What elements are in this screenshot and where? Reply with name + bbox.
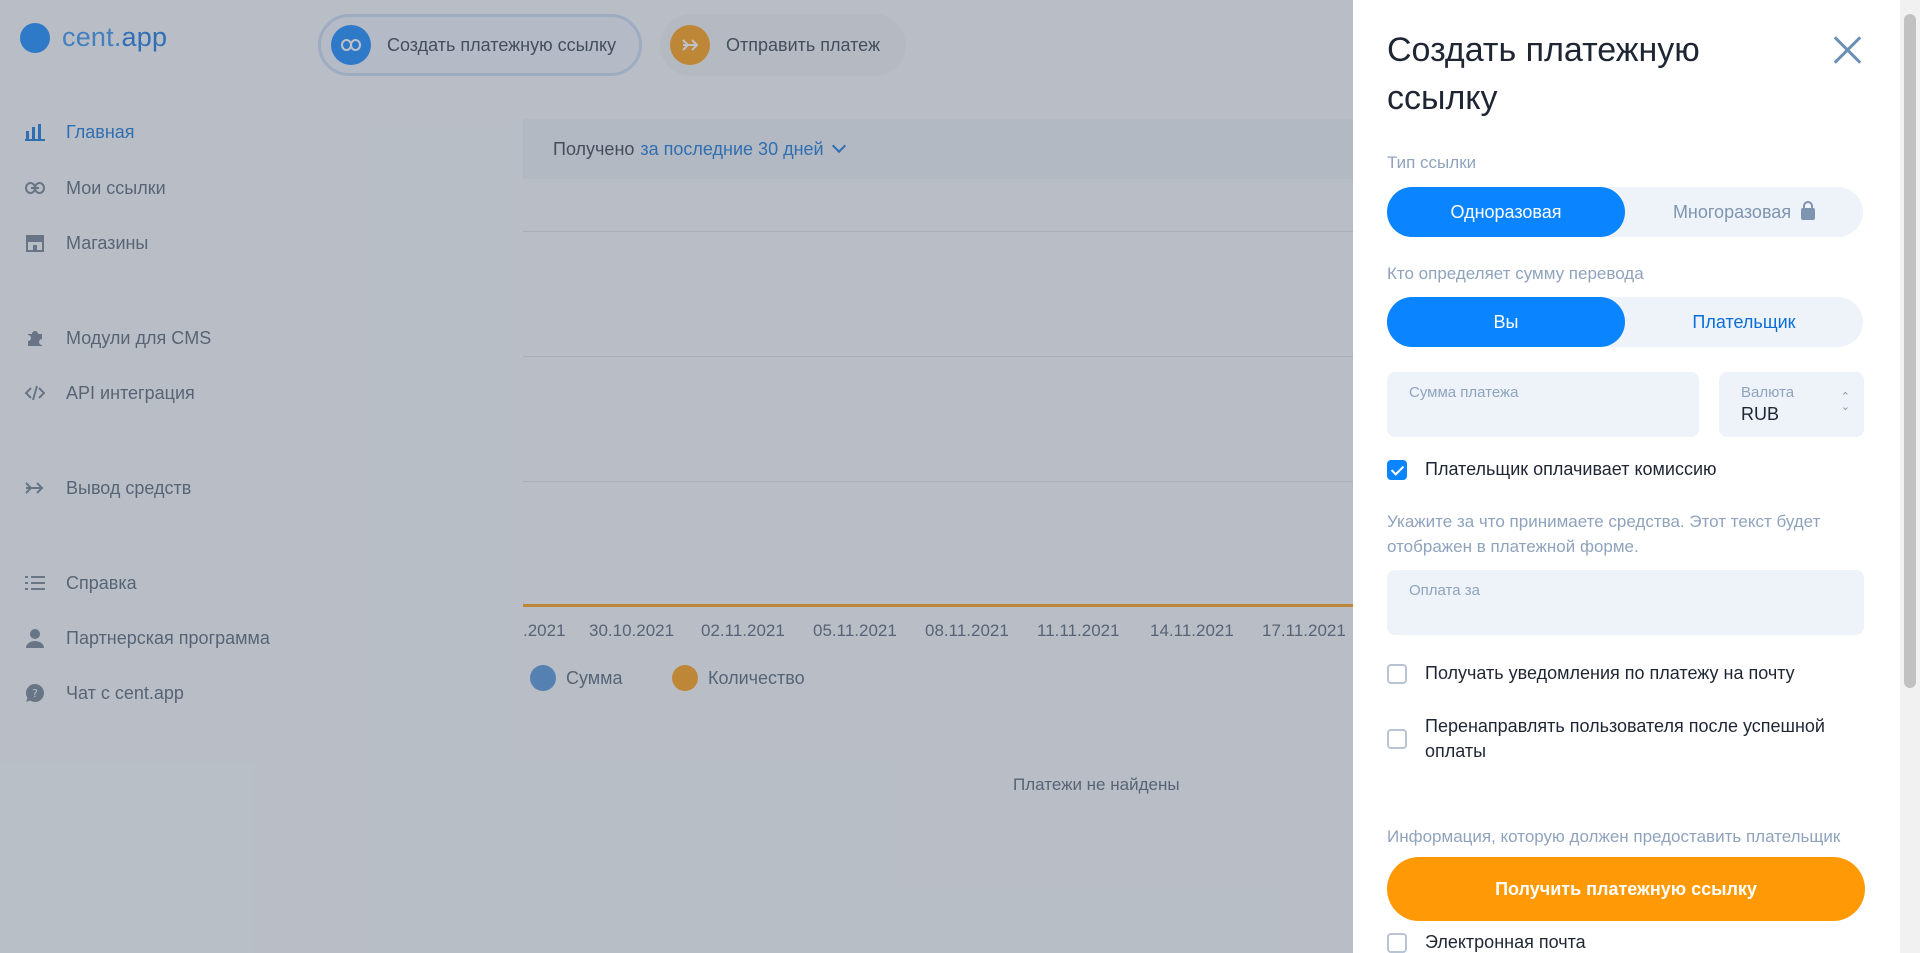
fee-checkbox-row[interactable]: Плательщик оплачивает комиссию [1387,457,1717,482]
notify-checkbox-row[interactable]: Получать уведомления по платежу на почту [1387,661,1795,686]
legend-dot-icon [672,665,698,691]
sidebar-item-withdraw[interactable]: Вывод средств [24,474,191,502]
redirect-checkbox-label: Перенаправлять пользователя после успешн… [1425,716,1825,761]
link-icon [24,177,46,199]
link-type-single[interactable]: Одноразовая [1387,187,1625,237]
sidebar-item-label: Чат с cent.app [66,682,184,703]
link-icon [331,25,371,65]
chart-x-tick: 11.11.2021 [1037,621,1120,640]
chart-x-tick: 05.11.2021 [813,621,897,640]
redirect-checkbox-row[interactable]: Перенаправлять пользователя после успешн… [1387,714,1857,764]
sidebar-item-label: Партнерская программа [66,627,270,648]
chevron-down-icon[interactable] [831,138,846,154]
chart-x-tick: 08.11.2021 [925,621,1009,640]
legend-item-sum[interactable]: Сумма [530,665,623,691]
legend-label: Количество [708,667,805,688]
get-payment-link-button[interactable]: Получить платежную ссылку [1387,857,1865,921]
sidebar-item-partner[interactable]: Партнерская программа [24,624,270,652]
create-link-label: Создать платежную ссылку [387,34,617,55]
link-type-toggle: Одноразовая Многоразовая [1387,187,1863,237]
chart-x-tick: 30.10.2021 [589,621,675,640]
sidebar-item-label: Мои ссылки [66,177,166,198]
logo-text: cent.app [62,22,168,52]
forward-arrows-icon [670,25,710,65]
send-payment-button[interactable]: Отправить платеж [660,14,906,76]
chart-gridline [523,356,1353,357]
payer-info-hint: Информация, которую должен предоставить … [1387,827,1841,846]
received-label: Получено [553,138,635,159]
arrow-right-icon [24,477,46,499]
sidebar-item-label: Модули для CMS [66,327,212,348]
empty-payments-message: Платежи не найдены [1013,775,1180,794]
fee-checkbox[interactable] [1387,460,1407,480]
currency-label: Валюта [1741,384,1795,401]
link-type-reusable[interactable]: Многоразовая [1625,187,1863,237]
received-summary-header: Получено за последние 30 дней [523,119,1353,179]
legend-label: Сумма [566,667,623,688]
purpose-hint: Укажите за что принимаете средства. Этот… [1387,512,1821,556]
store-icon [24,232,46,254]
amount-field[interactable]: Сумма платежа [1387,372,1699,437]
legend-item-count[interactable]: Количество [672,665,805,691]
currency-select[interactable]: Валюта RUB ⌃ ⌄ [1719,372,1864,437]
email-checkbox-row[interactable]: Электронная почта [1387,930,1586,953]
sidebar-item-cms-modules[interactable]: Модули для CMS [24,324,211,352]
amount-owner-label: Кто определяет сумму перевода [1387,264,1644,283]
link-type-label: Тип ссылки [1387,153,1477,172]
sidebar: cent.app Главная Мои ссылки Магазины Мод… [0,0,300,953]
sidebar-item-label: API интеграция [66,382,195,403]
amount-field-label: Сумма платежа [1409,384,1519,401]
period-dropdown[interactable]: за последние 30 дней [640,139,823,160]
svg-text:?: ? [32,687,38,700]
sidebar-item-help[interactable]: Справка [24,569,137,597]
sidebar-item-label: Главная [66,121,135,142]
notify-checkbox-label: Получать уведомления по платежу на почту [1425,663,1795,683]
sidebar-item-api[interactable]: API интеграция [24,379,195,407]
chart-gridline [523,231,1353,232]
logo-dot-icon [20,22,50,53]
close-icon[interactable] [1829,32,1865,68]
sidebar-item-label: Магазины [66,232,149,253]
sidebar-item-chat[interactable]: ? Чат с cent.app [24,679,184,707]
chart-gridline [523,481,1353,482]
sidebar-item-my-links[interactable]: Мои ссылки [24,174,166,202]
email-checkbox-label: Электронная почта [1425,932,1586,952]
list-icon [24,572,46,594]
legend-dot-icon [530,665,556,691]
sidebar-item-label: Справка [66,572,137,593]
sidebar-item-stores[interactable]: Магазины [24,229,148,257]
fee-checkbox-label: Плательщик оплачивает комиссию [1425,459,1717,479]
sidebar-item-label: Вывод средств [66,477,192,498]
chart-series-line [523,604,1353,607]
chart-x-tick: 02.11.2021 [701,621,785,640]
chart-x-tick: .2021 [523,621,566,640]
amount-owner-toggle: Вы Плательщик [1387,297,1863,347]
logo[interactable]: cent.app [20,22,167,53]
purpose-field-label: Оплата за [1409,582,1480,599]
chat-question-icon: ? [24,682,46,704]
chart-x-tick: 14.11.2021 [1150,621,1234,640]
amount-owner-payer[interactable]: Плательщик [1625,297,1863,347]
scrollbar-thumb[interactable] [1904,14,1916,688]
create-link-button[interactable]: Создать платежную ссылку [318,14,642,76]
updown-chevron-icon: ⌃ ⌄ [1840,391,1850,413]
amount-owner-you[interactable]: Вы [1387,297,1625,347]
sidebar-item-home[interactable]: Главная [24,118,135,146]
drawer-title: Создать платежную ссылку [1387,31,1700,117]
redirect-checkbox[interactable] [1387,729,1407,749]
chart-x-tick: 17.11.2021 [1262,621,1346,640]
email-checkbox[interactable] [1387,933,1407,953]
notify-checkbox[interactable] [1387,664,1407,684]
code-icon [24,382,46,404]
purpose-field[interactable]: Оплата за [1387,570,1864,635]
chart-icon [24,121,46,143]
currency-value: RUB [1741,404,1780,424]
lock-icon [1801,201,1816,220]
send-payment-label: Отправить платеж [726,34,881,55]
user-icon [24,627,46,649]
puzzle-icon [24,327,46,349]
create-link-drawer: Создать платежную ссылку Тип ссылки Одно… [1353,0,1900,953]
